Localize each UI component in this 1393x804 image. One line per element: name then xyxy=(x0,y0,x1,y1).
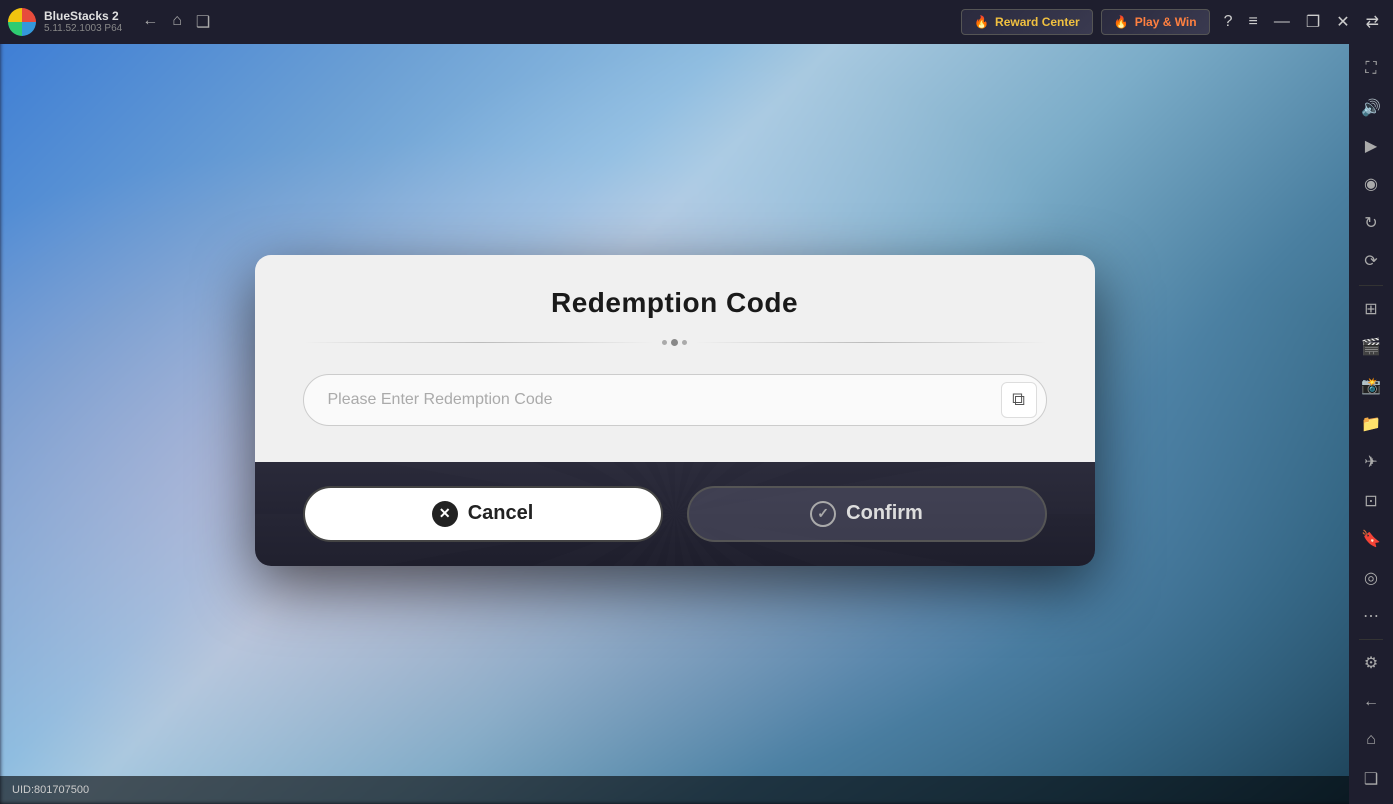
modal-overlay: Redemption Code ⧉ xyxy=(0,44,1349,776)
cancel-label: Cancel xyxy=(468,502,534,525)
play-win-label: Play & Win xyxy=(1135,15,1197,29)
screenshot-icon[interactable]: ◉ xyxy=(1353,167,1389,201)
redemption-dialog: Redemption Code ⧉ xyxy=(255,255,1095,566)
dialog-title-row: Redemption Code xyxy=(303,287,1047,319)
confirm-button[interactable]: ✓ Confirm xyxy=(687,486,1047,542)
top-bar-actions: 🔥 Reward Center 🔥 Play & Win ? ≡ — ❐ ✕ ⇄ xyxy=(961,8,1385,36)
record-icon[interactable]: ▶ xyxy=(1353,129,1389,163)
cancel-icon: ✕ xyxy=(432,501,458,527)
bottom-bar: UID:801707500 xyxy=(0,776,1349,804)
divider-dot-1 xyxy=(662,340,667,345)
confirm-icon: ✓ xyxy=(810,501,836,527)
uid-label: UID:801707500 xyxy=(12,784,89,796)
top-bar-icons: ? ≡ — ❐ ✕ ⇄ xyxy=(1218,8,1385,36)
sidebar-divider-1 xyxy=(1359,285,1383,286)
expand-button[interactable]: ⇄ xyxy=(1360,8,1385,36)
more-icon[interactable]: ⋯ xyxy=(1353,599,1389,633)
playnwin-fire-icon: 🔥 xyxy=(1114,15,1129,29)
app-logo xyxy=(8,8,36,36)
reward-fire-icon: 🔥 xyxy=(974,15,989,29)
folder-icon[interactable]: 📁 xyxy=(1353,407,1389,441)
media-icon[interactable]: 🎬 xyxy=(1353,330,1389,364)
app-name: BlueStacks 2 xyxy=(44,9,122,23)
apps-icon[interactable]: ⊞ xyxy=(1353,291,1389,325)
sidebar-divider-2 xyxy=(1359,639,1383,640)
back-sidebar-icon[interactable]: ← xyxy=(1353,685,1389,719)
input-wrapper: ⧉ xyxy=(303,374,1047,426)
divider-dots xyxy=(662,339,687,346)
nav-icons: ← ⌂ ❑ xyxy=(138,8,214,36)
divider-dot-3 xyxy=(682,340,687,345)
divider-line-left xyxy=(303,342,655,343)
app-version: 5.11.52.1003 P64 xyxy=(44,23,122,35)
help-button[interactable]: ? xyxy=(1218,9,1239,35)
reward-center-label: Reward Center xyxy=(995,15,1080,29)
fullscreen-icon[interactable]: ⛶ xyxy=(1353,52,1389,86)
divider-line-right xyxy=(695,342,1047,343)
bookmark-icon[interactable]: 🔖 xyxy=(1353,522,1389,556)
menu-button[interactable]: ≡ xyxy=(1243,9,1264,35)
settings-icon[interactable]: ⚙ xyxy=(1353,646,1389,680)
volume-icon[interactable]: 🔊 xyxy=(1353,90,1389,124)
dialog-title: Redemption Code xyxy=(303,287,1047,319)
layers-icon[interactable]: ❑ xyxy=(1353,762,1389,796)
minimize-button[interactable]: — xyxy=(1268,9,1296,35)
airplane-icon[interactable]: ✈ xyxy=(1353,445,1389,479)
confirm-label: Confirm xyxy=(846,502,923,525)
multi-button[interactable]: ❑ xyxy=(192,8,214,36)
gamepad-icon[interactable]: ⊡ xyxy=(1353,484,1389,518)
paste-button[interactable]: ⧉ xyxy=(1001,382,1037,418)
reward-center-button[interactable]: 🔥 Reward Center xyxy=(961,9,1093,35)
divider-dot-2 xyxy=(671,339,678,346)
camera-icon[interactable]: 📸 xyxy=(1353,368,1389,402)
location-icon[interactable]: ◎ xyxy=(1353,560,1389,594)
home-button[interactable]: ⌂ xyxy=(168,8,186,36)
redemption-code-input[interactable] xyxy=(303,374,1047,426)
dialog-top: Redemption Code ⧉ xyxy=(255,255,1095,462)
home-sidebar-icon[interactable]: ⌂ xyxy=(1353,723,1389,757)
close-button[interactable]: ✕ xyxy=(1330,8,1355,36)
restore-button[interactable]: ❐ xyxy=(1300,8,1326,36)
paste-icon: ⧉ xyxy=(1012,389,1025,410)
right-sidebar: ⛶ 🔊 ▶ ◉ ↻ ⟳ ⊞ 🎬 📸 📁 ✈ ⊡ 🔖 ◎ ⋯ ⚙ ← ⌂ ❑ xyxy=(1349,44,1393,804)
app-info: BlueStacks 2 5.11.52.1003 P64 xyxy=(44,9,122,35)
back-button[interactable]: ← xyxy=(138,8,162,36)
play-win-button[interactable]: 🔥 Play & Win xyxy=(1101,9,1210,35)
refresh-icon[interactable]: ↻ xyxy=(1353,206,1389,240)
cancel-button[interactable]: ✕ Cancel xyxy=(303,486,663,542)
dialog-bottom: ✕ Cancel ✓ Confirm xyxy=(255,462,1095,566)
dialog-divider xyxy=(303,339,1047,346)
main-content: Redemption Code ⧉ xyxy=(0,44,1349,776)
top-bar: BlueStacks 2 5.11.52.1003 P64 ← ⌂ ❑ 🔥 Re… xyxy=(0,0,1393,44)
rotate-icon[interactable]: ⟳ xyxy=(1353,244,1389,278)
